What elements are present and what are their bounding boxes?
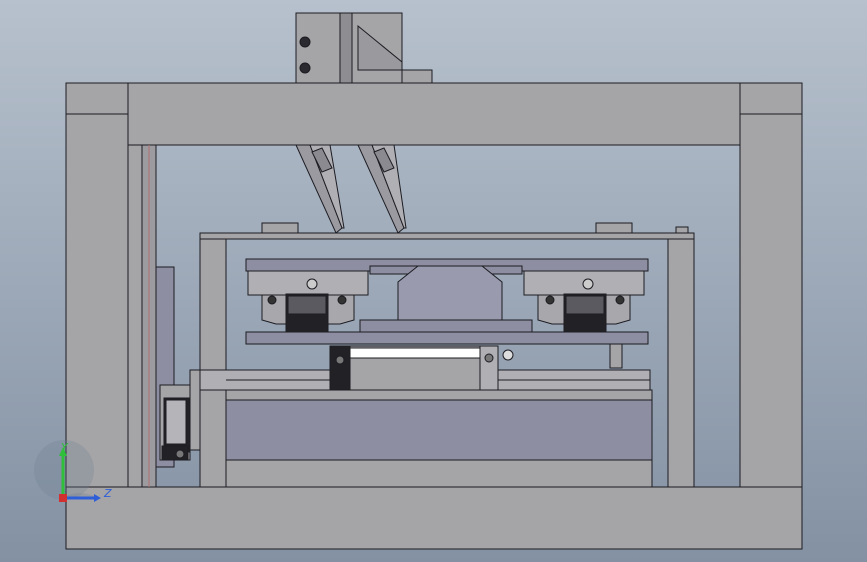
pneumatic-cylinder (329, 345, 514, 395)
frame-left-post (65, 82, 129, 488)
bolt-icon (337, 295, 347, 305)
cad-viewport[interactable]: Y Z (0, 0, 867, 562)
bolt-icon (545, 295, 555, 305)
bolt-icon (335, 355, 345, 365)
bolt-icon (175, 449, 185, 459)
center-mount-block (397, 265, 503, 321)
bolt-hole (299, 36, 311, 48)
grease-nipple-icon (582, 278, 594, 290)
carriage-right-post (667, 238, 695, 488)
grease-nipple-icon (306, 278, 318, 290)
bolt-hole (299, 62, 311, 74)
frame-right-post (739, 82, 803, 488)
carriage-top-plate (199, 232, 695, 240)
carriage-left-post (199, 238, 227, 488)
lower-slide-plate (245, 331, 649, 345)
bolt-icon (484, 353, 494, 363)
z-axis-label: Z (103, 487, 112, 500)
frame-base-beam (65, 486, 803, 550)
bolt-icon (267, 295, 277, 305)
bolt-icon (615, 295, 625, 305)
left-vertical-guide (127, 144, 157, 488)
frame-top-beam (127, 82, 741, 146)
air-fitting-icon (502, 349, 514, 361)
cylinder-barrel-highlight (349, 347, 481, 359)
lower-base-block (225, 399, 653, 461)
